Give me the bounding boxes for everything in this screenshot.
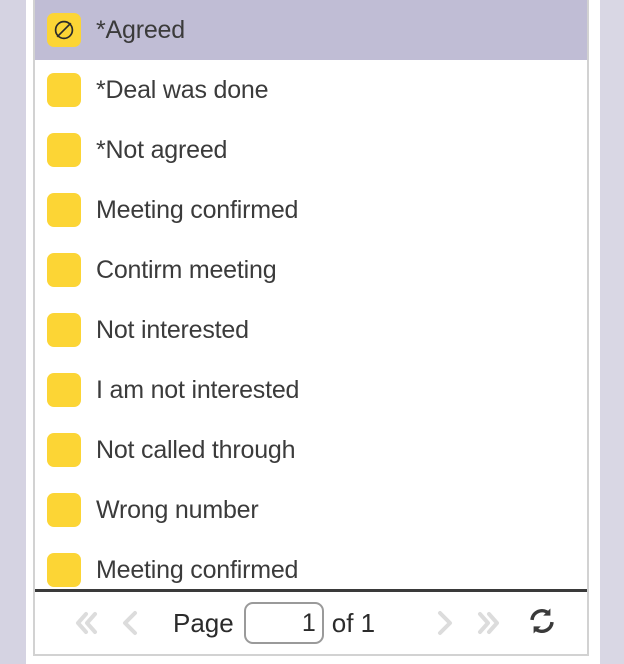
page-label: Page <box>173 607 234 638</box>
double-chevron-right-icon <box>473 606 507 640</box>
last-page-button[interactable] <box>467 600 513 646</box>
status-option-label: Not called through <box>96 435 296 464</box>
status-option-row[interactable]: *Not agreed <box>35 120 587 180</box>
refresh-icon <box>526 605 558 642</box>
status-option-label: *Agreed <box>96 15 185 44</box>
status-option-row[interactable]: I am not interested <box>35 360 587 420</box>
status-option-row[interactable]: Contirm meeting <box>35 240 587 300</box>
status-option-label: *Deal was done <box>96 75 269 104</box>
color-swatch-icon <box>47 133 81 167</box>
chevron-left-icon <box>113 606 147 640</box>
status-option-label: Meeting confirmed <box>96 195 299 224</box>
page-number-input[interactable] <box>243 602 324 644</box>
status-options-dropdown-panel: *Agreed *Deal was done *Not agreed Meeting … <box>33 0 589 656</box>
status-option-label: Wrong number <box>96 495 259 524</box>
status-option-label: I am not interested <box>96 375 300 404</box>
double-chevron-left-icon <box>67 606 101 640</box>
color-swatch-icon <box>47 193 81 227</box>
status-option-row[interactable]: Meeting confirmed <box>35 540 587 589</box>
color-swatch-icon <box>47 73 81 107</box>
status-option-label: Contirm meeting <box>96 255 277 284</box>
status-option-list[interactable]: *Agreed *Deal was done *Not agreed Meeting … <box>35 0 587 592</box>
status-option-row[interactable]: Not interested <box>35 300 587 360</box>
status-option-row[interactable]: *Agreed <box>35 0 587 60</box>
pagination-footer: Page of 1 <box>35 592 587 654</box>
total-pages-label: of 1 <box>331 607 376 638</box>
no-entry-slashed-circle-icon <box>47 13 81 47</box>
status-option-label: Not interested <box>96 315 249 344</box>
status-option-row[interactable]: *Deal was done <box>35 60 587 120</box>
color-swatch-icon <box>47 253 81 287</box>
status-option-label: Meeting confirmed <box>96 555 299 584</box>
right-page-edge-strip <box>600 0 624 664</box>
left-page-edge-strip <box>0 0 26 664</box>
previous-page-button[interactable] <box>107 600 153 646</box>
color-swatch-icon <box>47 373 81 407</box>
chevron-right-icon <box>427 606 461 640</box>
color-swatch-icon <box>47 553 81 587</box>
color-swatch-icon <box>47 313 81 347</box>
status-option-label: *Not agreed <box>96 135 228 164</box>
refresh-button[interactable] <box>519 600 565 646</box>
color-swatch-icon <box>47 433 81 467</box>
first-page-button[interactable] <box>61 600 107 646</box>
status-option-row[interactable]: Meeting confirmed <box>35 180 587 240</box>
next-page-button[interactable] <box>421 600 467 646</box>
status-option-row[interactable]: Not called through <box>35 420 587 480</box>
color-swatch-icon <box>47 493 81 527</box>
status-option-row[interactable]: Wrong number <box>35 480 587 540</box>
